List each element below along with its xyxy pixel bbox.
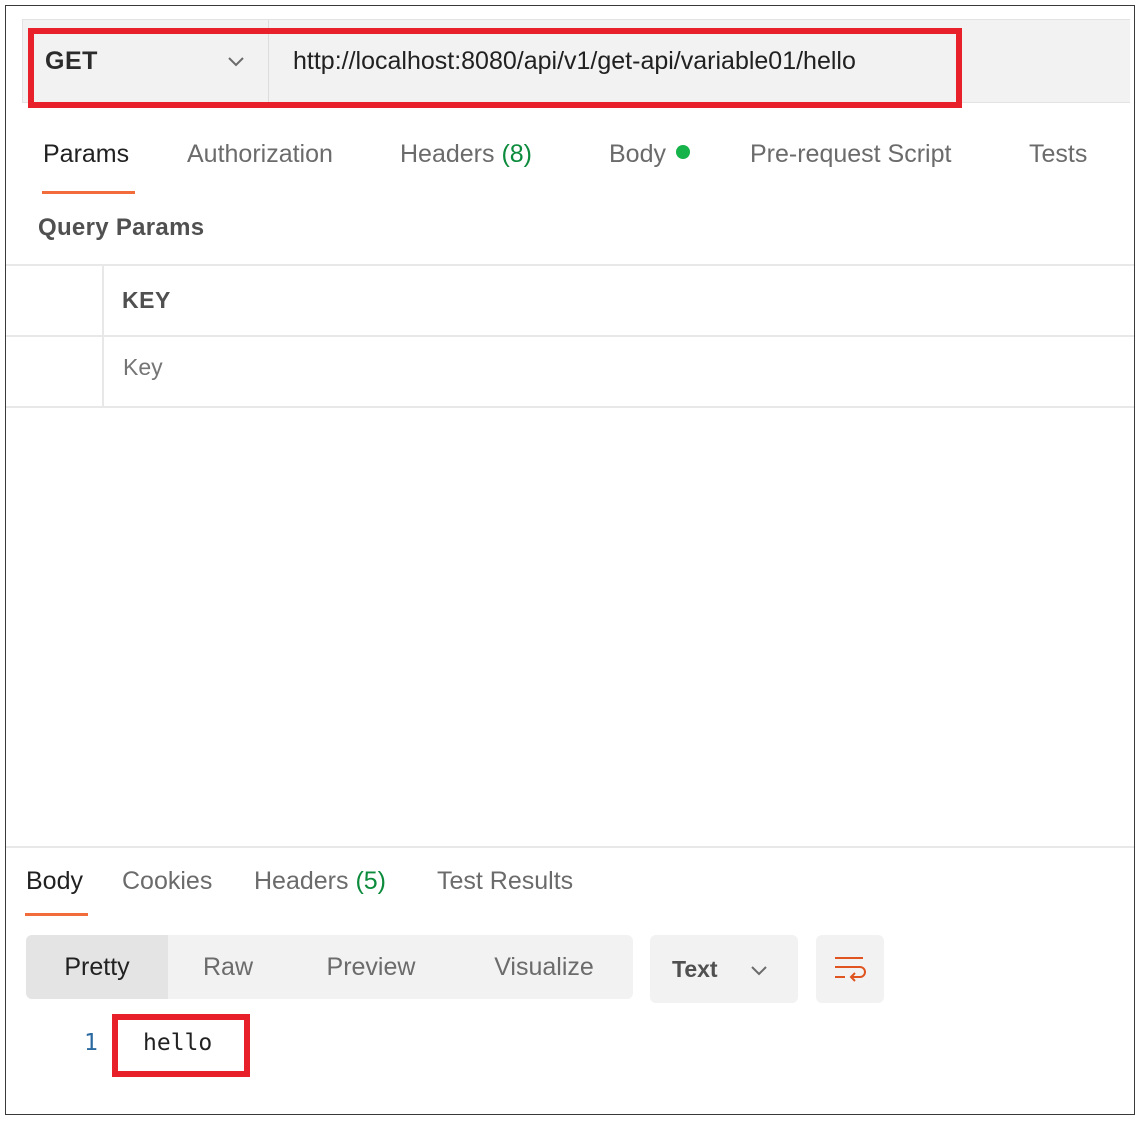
format-pretty[interactable]: Pretty — [26, 935, 168, 999]
format-raw[interactable]: Raw — [168, 935, 288, 999]
response-body-text: hello — [143, 1030, 213, 1056]
url-input[interactable]: http://localhost:8080/api/v1/get-api/var… — [293, 20, 973, 102]
response-headers-count: (5) — [355, 867, 387, 895]
query-params-title: Query Params — [38, 214, 205, 241]
tab-authorization[interactable]: Authorization — [187, 140, 333, 169]
method-label: GET — [45, 46, 98, 75]
key-input[interactable] — [123, 354, 523, 381]
green-dot-icon — [675, 145, 690, 160]
chevron-down-icon — [751, 966, 767, 976]
active-response-tab-indicator — [25, 913, 88, 916]
tab-prerequest-script[interactable]: Pre-request Script — [750, 140, 951, 169]
response-tab-body[interactable]: Body — [26, 867, 83, 896]
format-preview[interactable]: Preview — [296, 935, 446, 999]
tab-body[interactable]: Body — [609, 140, 690, 169]
table-column-divider — [102, 264, 104, 408]
response-tab-headers[interactable]: Headers (5) — [254, 867, 386, 896]
response-format-label: Text — [672, 955, 718, 982]
tab-headers-label: Headers — [400, 140, 495, 168]
response-format-select[interactable]: Text — [650, 935, 798, 1003]
request-url-bar: GET http://localhost:8080/api/v1/get-api… — [22, 19, 1130, 103]
table-divider — [6, 406, 1134, 408]
request-tabs: Params Authorization Headers (8) Body Pr… — [38, 140, 1118, 194]
response-headers-label: Headers — [254, 867, 349, 895]
table-divider — [6, 335, 1134, 337]
active-tab-indicator — [42, 191, 135, 194]
response-tab-test-results[interactable]: Test Results — [437, 867, 573, 896]
tab-tests[interactable]: Tests — [1029, 140, 1087, 169]
wrap-lines-button[interactable] — [816, 935, 884, 1003]
key-column-header: KEY — [122, 287, 171, 313]
line-number: 1 — [84, 1030, 98, 1056]
response-format-tabs: Pretty Raw Preview Visualize — [26, 935, 633, 999]
wrap-lines-icon — [835, 957, 866, 982]
response-divider — [6, 846, 1134, 848]
format-visualize[interactable]: Visualize — [464, 935, 624, 999]
method-select[interactable]: GET — [23, 20, 269, 102]
response-tab-cookies[interactable]: Cookies — [122, 867, 212, 896]
tab-params[interactable]: Params — [43, 140, 129, 169]
response-tabs: Body Cookies Headers (5) Test Results — [22, 867, 722, 917]
chevron-down-icon — [228, 57, 244, 67]
tab-body-label: Body — [609, 140, 666, 168]
query-params-table: KEY — [6, 264, 1134, 408]
headers-count: (8) — [501, 140, 533, 168]
tab-headers[interactable]: Headers (8) — [400, 140, 532, 169]
table-divider — [6, 264, 1134, 266]
